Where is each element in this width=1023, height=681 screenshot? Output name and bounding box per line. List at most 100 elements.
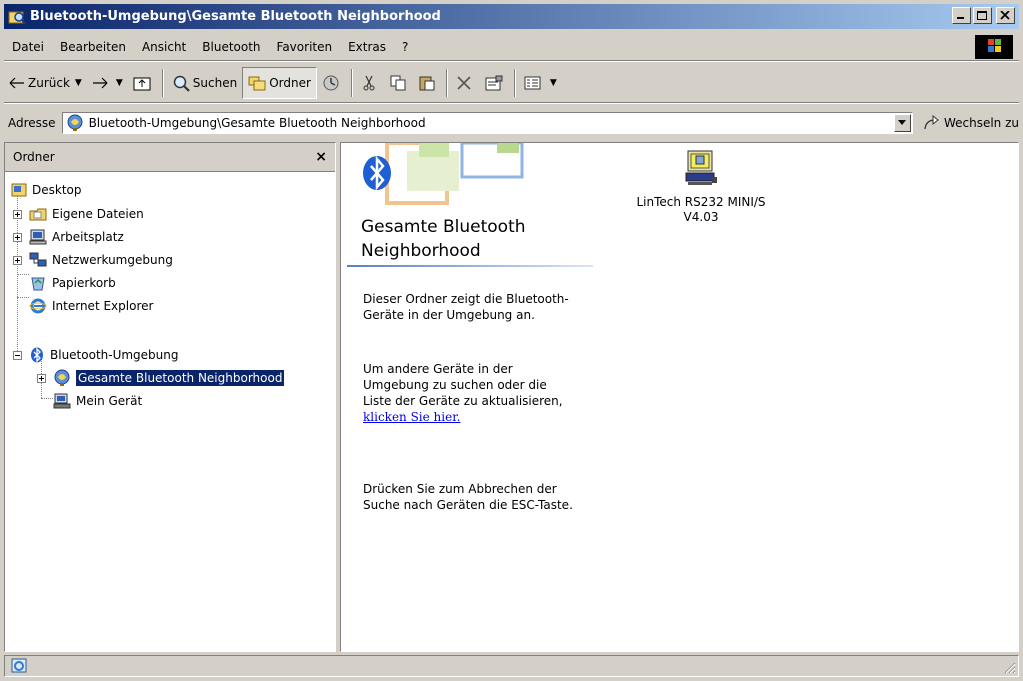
my-device-icon	[53, 393, 71, 409]
tree-item-eigene-dateien[interactable]: Eigene Dateien	[29, 203, 144, 225]
menu-ansicht[interactable]: Ansicht	[134, 40, 194, 54]
folders-label: Ordner	[269, 76, 311, 90]
toolbar-separator	[445, 69, 448, 97]
device-item[interactable]: LinTech RS232 MINI/S V4.03	[611, 149, 791, 225]
folder-search-icon	[8, 11, 26, 25]
toolbar-separator	[161, 69, 164, 97]
expand-arbeitsplatz[interactable]	[13, 233, 22, 242]
bluetooth-banner-icon	[363, 143, 524, 205]
bluetooth-neighborhood-icon	[54, 369, 70, 386]
search-icon	[173, 75, 190, 92]
explorer-window: Bluetooth-Umgebung\Gesamte Bluetooth Nei…	[0, 0, 1023, 681]
window-title: Bluetooth-Umgebung\Gesamte Bluetooth Nei…	[30, 9, 441, 24]
tree-item-label: Desktop	[32, 183, 82, 197]
address-dropdown-button[interactable]	[893, 114, 911, 132]
scissors-icon	[363, 75, 375, 91]
windows-logo-icon	[975, 35, 1013, 59]
webview-cancel-hint: Drücken Sie zum Abbrechen der Suche nach…	[363, 482, 573, 512]
history-button[interactable]	[317, 68, 348, 98]
webview-panel: Gesamte Bluetooth Neighborhood Dieser Or…	[341, 143, 597, 651]
tree-item-label: Bluetooth-Umgebung	[50, 348, 179, 362]
address-value: Bluetooth-Umgebung\Gesamte Bluetooth Nei…	[88, 116, 426, 130]
expand-eigene-dateien[interactable]	[13, 210, 22, 219]
desktop-icon	[11, 183, 27, 197]
tree-item-label: Mein Gerät	[76, 394, 143, 408]
delete-button[interactable]	[451, 68, 480, 98]
address-bar: Adresse Bluetooth-Umgebung\Gesamte Bluet…	[4, 108, 1019, 138]
tree-item-bluetooth-umgebung[interactable]: Bluetooth-Umgebung	[29, 344, 179, 366]
go-button[interactable]: Wechseln zu	[923, 115, 1019, 131]
internet-zone-icon	[11, 658, 27, 673]
tree-item-internet-explorer[interactable]: Internet Explorer	[29, 295, 153, 317]
menu-extras[interactable]: Extras	[340, 40, 394, 54]
tree-item-netzwerkumgebung[interactable]: Netzwerkumgebung	[29, 249, 173, 271]
properties-button[interactable]	[480, 68, 511, 98]
toolbar-separator	[513, 69, 516, 97]
tree-item-desktop[interactable]: Desktop	[11, 179, 82, 201]
resize-grip-icon[interactable]	[1002, 660, 1016, 674]
tree-item-arbeitsplatz[interactable]: Arbeitsplatz	[29, 226, 124, 248]
forward-button[interactable]: ▼	[87, 68, 128, 98]
back-label: Zurück	[28, 76, 70, 90]
up-folder-icon	[133, 77, 151, 91]
network-icon	[29, 252, 47, 267]
tree-item-label: Eigene Dateien	[52, 207, 144, 221]
minimize-button[interactable]	[952, 7, 971, 24]
my-computer-icon	[29, 229, 47, 245]
bluetooth-device-computer-icon	[685, 150, 717, 185]
folders-pane: Ordner × Desktop Eigene Dateien Arbeitsp…	[4, 142, 336, 652]
folders-button[interactable]: Ordner	[242, 67, 317, 99]
folders-pane-header: Ordner ×	[5, 143, 335, 172]
cut-button[interactable]	[356, 68, 385, 98]
menu-bar: Datei Bearbeiten Ansicht Bluetooth Favor…	[4, 34, 1019, 61]
tree-item-gesamte-bluetooth-neighborhood[interactable]: Gesamte Bluetooth Neighborhood	[53, 367, 285, 389]
forward-dropdown-icon[interactable]: ▼	[116, 78, 123, 88]
copy-icon	[390, 75, 406, 91]
recycle-bin-icon	[31, 277, 45, 291]
properties-icon	[485, 75, 503, 91]
menu-bluetooth[interactable]: Bluetooth	[194, 40, 268, 54]
expand-netzwerkumgebung[interactable]	[13, 256, 22, 265]
title-bar[interactable]: Bluetooth-Umgebung\Gesamte Bluetooth Nei…	[4, 4, 1019, 29]
up-folder-button[interactable]	[128, 68, 159, 98]
close-folders-pane-button[interactable]: ×	[315, 149, 327, 165]
refresh-devices-link[interactable]: klicken Sie hier.	[363, 410, 460, 424]
device-name: LinTech RS232 MINI/S V4.03	[611, 195, 791, 225]
go-label: Wechseln zu	[943, 116, 1019, 130]
menu-favoriten[interactable]: Favoriten	[269, 40, 341, 54]
tree-item-mein-geraet[interactable]: Mein Gerät	[53, 390, 142, 412]
forward-arrow-icon	[92, 77, 108, 89]
close-window-button[interactable]	[996, 7, 1015, 24]
back-button[interactable]: Zurück ▼	[4, 68, 87, 98]
collapse-bluetooth-umgebung[interactable]	[13, 351, 22, 360]
paste-button[interactable]	[414, 68, 443, 98]
views-icon	[524, 76, 541, 90]
tree-connector	[17, 297, 29, 298]
views-button[interactable]: ▼	[519, 68, 562, 98]
tree-item-papierkorb[interactable]: Papierkorb	[29, 272, 116, 294]
menu-help[interactable]: ?	[394, 40, 416, 54]
back-dropdown-icon[interactable]: ▼	[75, 78, 82, 88]
search-button[interactable]: Suchen	[167, 68, 242, 98]
back-arrow-icon	[9, 77, 24, 89]
menu-bearbeiten[interactable]: Bearbeiten	[52, 40, 134, 54]
device-name-line2: V4.03	[683, 210, 719, 224]
delete-x-icon	[457, 76, 471, 90]
maximize-button[interactable]	[973, 7, 992, 24]
chevron-down-icon	[897, 120, 906, 125]
tree-item-label: Gesamte Bluetooth Neighborhood	[76, 370, 285, 386]
webview-title: Gesamte Bluetooth Neighborhood	[361, 217, 526, 261]
device-name-line1: LinTech RS232 MINI/S	[636, 195, 766, 209]
menu-datei[interactable]: Datei	[4, 40, 52, 54]
go-arrow-icon	[924, 115, 939, 130]
expand-gesamte-bluetooth-neighborhood[interactable]	[37, 374, 46, 383]
bluetooth-neighborhood-icon	[67, 114, 83, 131]
address-input[interactable]: Bluetooth-Umgebung\Gesamte Bluetooth Nei…	[61, 112, 913, 134]
status-bar	[4, 655, 1019, 677]
folders-pane-title: Ordner	[13, 150, 55, 164]
views-dropdown-icon[interactable]: ▼	[550, 78, 557, 88]
toolbar-separator	[350, 69, 353, 97]
webview-search-hint: Um andere Geräte in der Umgebung zu such…	[363, 361, 578, 425]
tree-item-label: Papierkorb	[52, 276, 116, 290]
copy-button[interactable]	[385, 68, 414, 98]
